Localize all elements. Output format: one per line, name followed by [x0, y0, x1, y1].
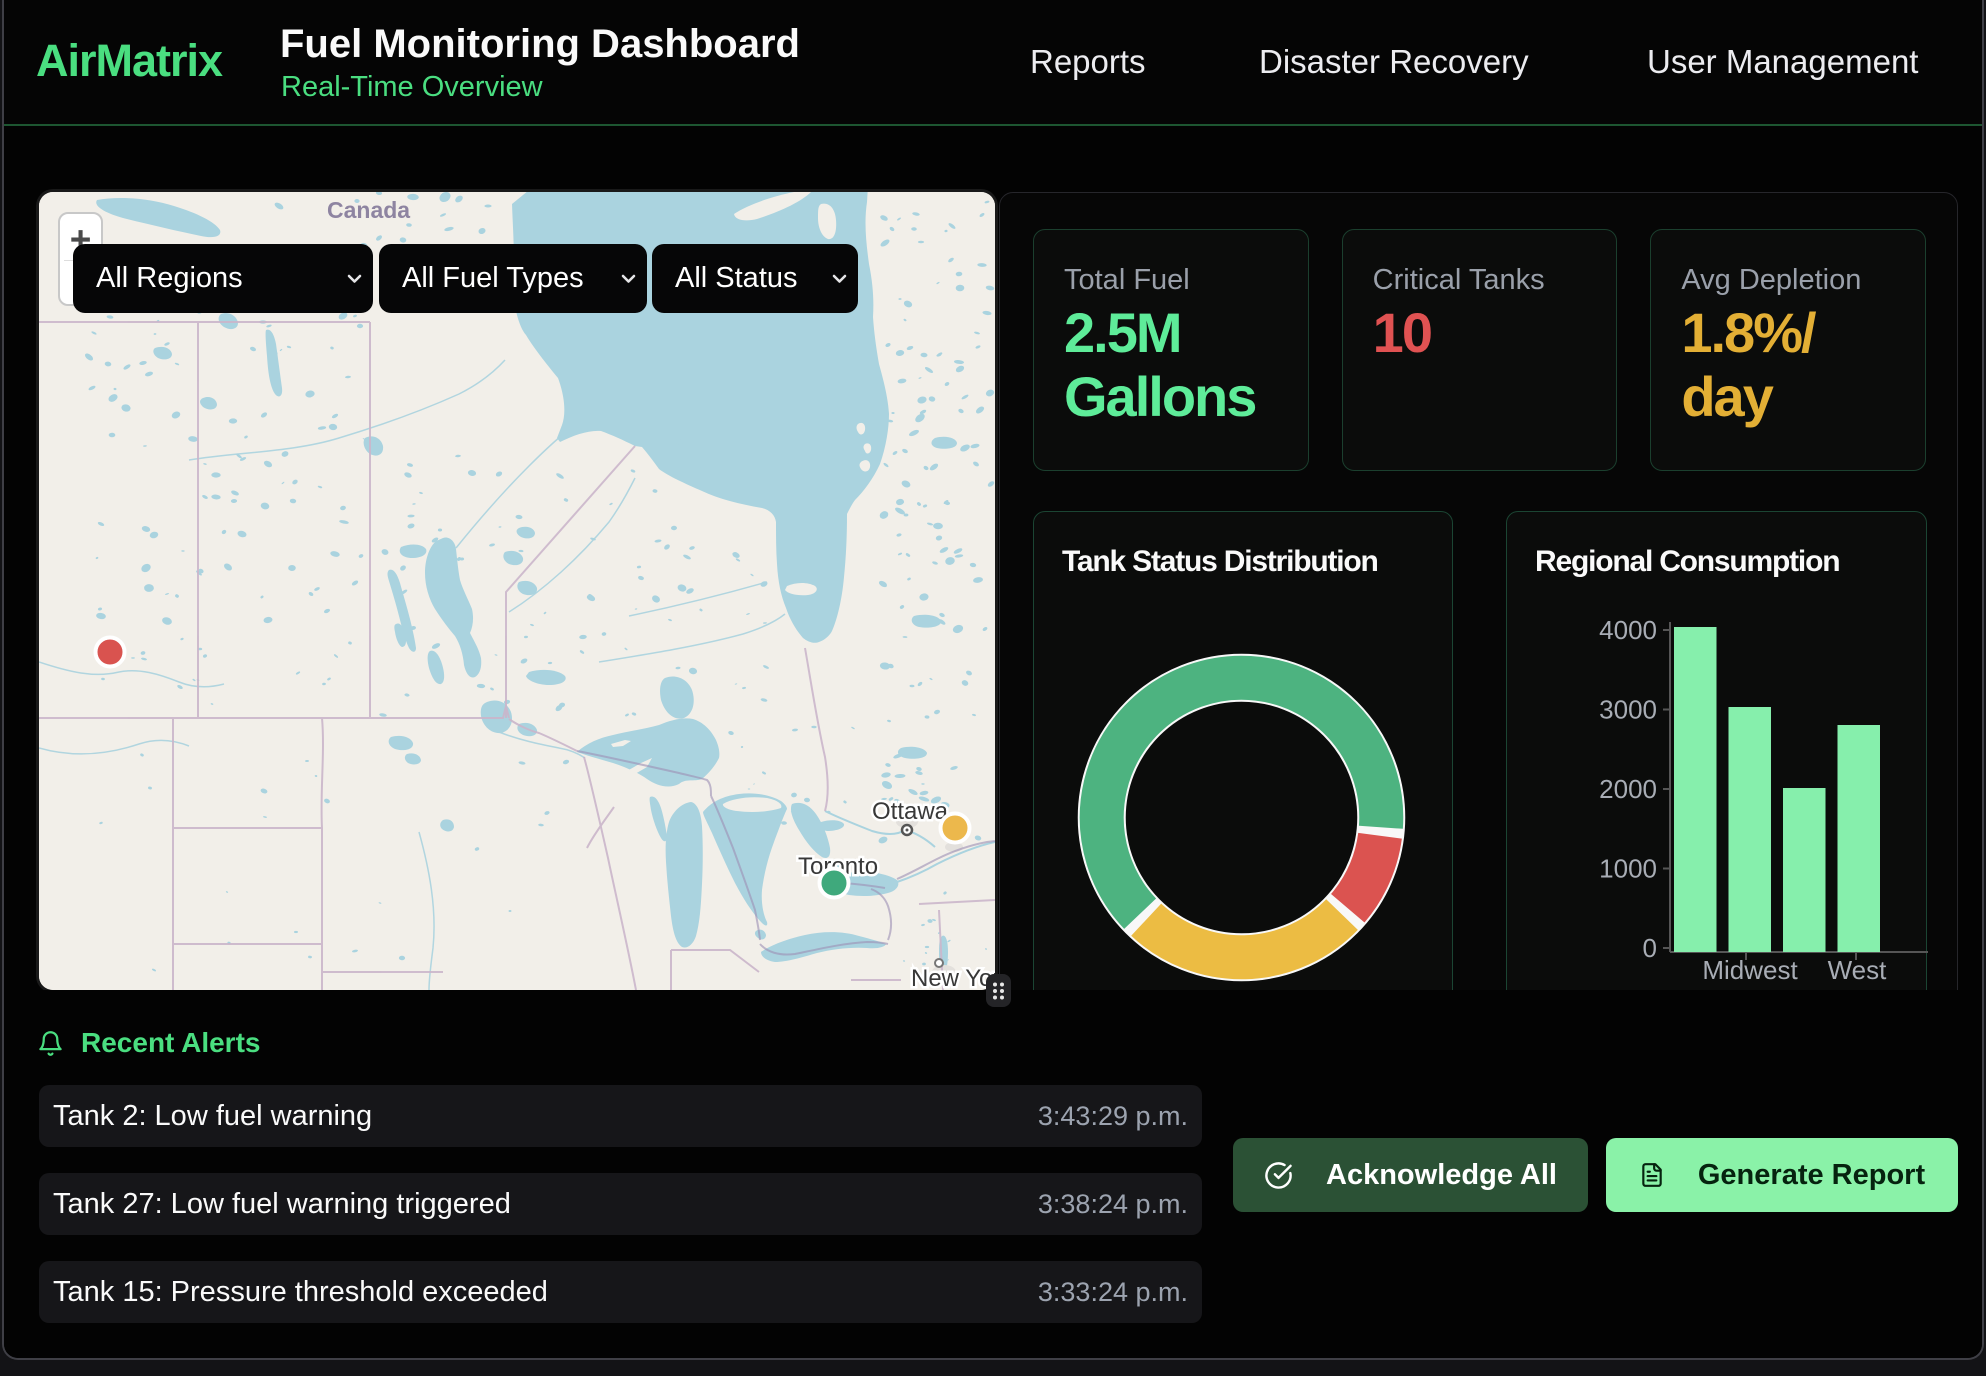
svg-text:Canada: Canada	[327, 197, 410, 223]
svg-text:4000: 4000	[1599, 615, 1657, 645]
svg-text:New York: New York	[911, 965, 995, 990]
svg-text:West: West	[1828, 955, 1888, 985]
svg-text:Midwest: Midwest	[1702, 955, 1798, 985]
svg-text:3000: 3000	[1599, 695, 1657, 725]
svg-text:1000: 1000	[1599, 854, 1657, 884]
svg-text:Ottawa: Ottawa	[872, 798, 949, 825]
svg-text:2000: 2000	[1599, 774, 1657, 804]
svg-text:0: 0	[1643, 933, 1657, 963]
